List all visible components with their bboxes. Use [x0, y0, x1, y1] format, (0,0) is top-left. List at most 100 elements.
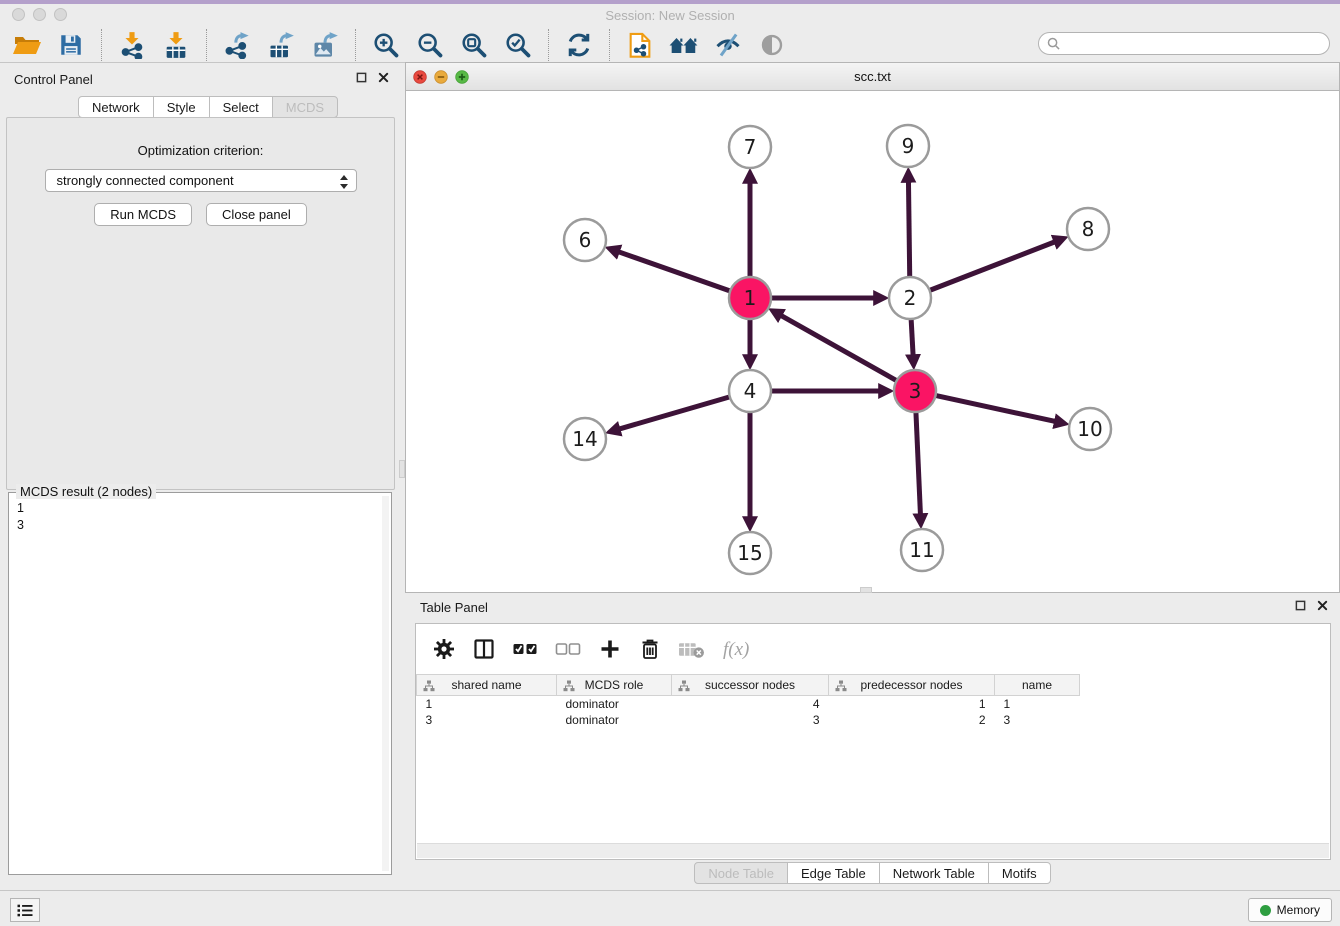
close-panel-button[interactable]: Close panel	[206, 203, 307, 226]
control-panel-title: Control Panel	[14, 72, 93, 87]
search-field-container	[1038, 32, 1330, 55]
column-header-name[interactable]: name	[995, 675, 1080, 696]
memory-label: Memory	[1277, 903, 1320, 917]
status-bar: Memory	[0, 890, 1340, 926]
node-table: shared name MCDS role successor nodes	[416, 674, 1080, 728]
refresh-button[interactable]	[557, 29, 601, 61]
network-window-traffic-lights	[413, 70, 469, 84]
tab-style[interactable]: Style	[153, 96, 210, 118]
zoom-selected-icon	[504, 31, 532, 59]
float-panel-icon[interactable]	[356, 72, 367, 83]
table-cell[interactable]: 1	[829, 696, 995, 712]
graph-edge-3-11[interactable]	[916, 409, 921, 514]
export-image-button[interactable]	[303, 29, 347, 61]
column-header-shared-name[interactable]: shared name	[417, 675, 557, 696]
graph-edge-2-9[interactable]	[908, 182, 909, 280]
table-cell[interactable]: 3	[995, 712, 1080, 728]
zoom-selected-button[interactable]	[496, 29, 540, 61]
apply-function-button[interactable]: f(x)	[721, 637, 757, 661]
tab-motifs[interactable]: Motifs	[988, 862, 1051, 884]
table-cell[interactable]: 2	[829, 712, 995, 728]
search-input[interactable]	[1038, 32, 1330, 55]
graph-edge-2-8[interactable]	[927, 242, 1055, 291]
table-horizontal-scrollbar[interactable]	[417, 843, 1329, 858]
show-columns-button[interactable]	[472, 637, 496, 661]
close-network-button[interactable]	[413, 70, 427, 84]
tab-network[interactable]: Network	[78, 96, 154, 118]
import-network-button[interactable]	[110, 29, 154, 61]
graph-edge-1-6[interactable]	[619, 252, 733, 292]
graph-edge-4-14[interactable]	[620, 396, 733, 429]
optimization-criterion-select[interactable]: strongly connected component	[45, 169, 357, 192]
zoom-fit-button[interactable]	[452, 29, 496, 61]
save-session-button[interactable]	[49, 29, 93, 61]
delete-column-button[interactable]	[638, 637, 662, 661]
result-scrollbar[interactable]	[382, 496, 389, 871]
column-header-mcds-role[interactable]: MCDS role	[557, 675, 672, 696]
memory-button[interactable]: Memory	[1248, 898, 1332, 922]
mcds-result-text[interactable]: 1 3	[12, 498, 29, 536]
zoom-in-button[interactable]	[364, 29, 408, 61]
select-all-columns-button[interactable]	[512, 641, 539, 657]
task-history-button[interactable]	[10, 898, 40, 922]
table-row[interactable]: 1dominator411	[417, 696, 1080, 712]
homes-button[interactable]	[662, 29, 706, 61]
import-table-button[interactable]	[154, 29, 198, 61]
add-column-button[interactable]	[598, 637, 622, 661]
memory-status-icon	[1260, 905, 1271, 916]
table-panel-title: Table Panel	[420, 600, 488, 615]
graph-node-label: 1	[744, 286, 757, 310]
table-cell[interactable]: 4	[672, 696, 829, 712]
table-cell[interactable]: 1	[417, 696, 557, 712]
zoom-out-button[interactable]	[408, 29, 452, 61]
network-window-title: scc.txt	[406, 63, 1339, 91]
deselect-all-columns-button[interactable]	[555, 641, 582, 657]
table-cell[interactable]: 3	[672, 712, 829, 728]
network-graph[interactable]: 7968124314101511	[406, 91, 1339, 592]
graph-edge-2-3[interactable]	[911, 316, 913, 355]
column-header-successor-nodes[interactable]: successor nodes	[672, 675, 829, 696]
table-cell[interactable]: 1	[995, 696, 1080, 712]
tab-select[interactable]: Select	[209, 96, 273, 118]
open-session-button[interactable]	[5, 29, 49, 61]
contrast-eye-button[interactable]	[750, 29, 794, 61]
tab-edge-table[interactable]: Edge Table	[787, 862, 880, 884]
graph-edge-3-10[interactable]	[933, 395, 1055, 422]
hide-visibility-button[interactable]	[706, 29, 750, 61]
close-panel-icon[interactable]	[378, 72, 389, 83]
zoom-network-button[interactable]	[455, 70, 469, 84]
delete-table-button[interactable]	[678, 640, 705, 659]
mcds-result-group: MCDS result (2 nodes) 1 3	[8, 492, 392, 875]
float-panel-icon[interactable]	[1295, 600, 1306, 611]
run-mcds-button[interactable]: Run MCDS	[94, 203, 192, 226]
table-toolbar: f(x)	[416, 624, 1330, 674]
plus-icon	[598, 637, 622, 661]
table-cell[interactable]: 3	[417, 712, 557, 728]
control-panel-tabs: Network Style Select MCDS	[78, 96, 338, 118]
table-settings-button[interactable]	[432, 637, 456, 661]
export-network-button[interactable]	[215, 29, 259, 61]
table-cell[interactable]: dominator	[557, 712, 672, 728]
table-header-row: shared name MCDS role successor nodes	[417, 675, 1080, 696]
control-panel: Control Panel Network Style Select MCDS …	[0, 62, 401, 890]
tab-node-table[interactable]: Node Table	[694, 862, 788, 884]
network-window-titlebar[interactable]: scc.txt	[406, 63, 1339, 91]
graph-edge-3-1[interactable]	[781, 316, 899, 382]
export-table-button[interactable]	[259, 29, 303, 61]
tab-network-table[interactable]: Network Table	[879, 862, 989, 884]
close-panel-icon[interactable]	[1317, 600, 1328, 611]
table-row[interactable]: 3dominator323	[417, 712, 1080, 728]
toolbar-separator	[206, 29, 207, 61]
table-cell[interactable]: dominator	[557, 696, 672, 712]
vertical-splitter-handle[interactable]	[399, 460, 405, 478]
network-document-icon	[626, 31, 654, 59]
export-network-icon	[223, 31, 251, 59]
horizontal-splitter-handle[interactable]	[860, 587, 872, 593]
zoom-out-icon	[416, 31, 444, 59]
import-table-icon	[162, 31, 190, 59]
minimize-network-button[interactable]	[434, 70, 448, 84]
network-document-button[interactable]	[618, 29, 662, 61]
column-header-predecessor-nodes[interactable]: predecessor nodes	[829, 675, 995, 696]
tab-mcds[interactable]: MCDS	[272, 96, 338, 118]
network-canvas[interactable]: 7968124314101511	[406, 91, 1339, 592]
